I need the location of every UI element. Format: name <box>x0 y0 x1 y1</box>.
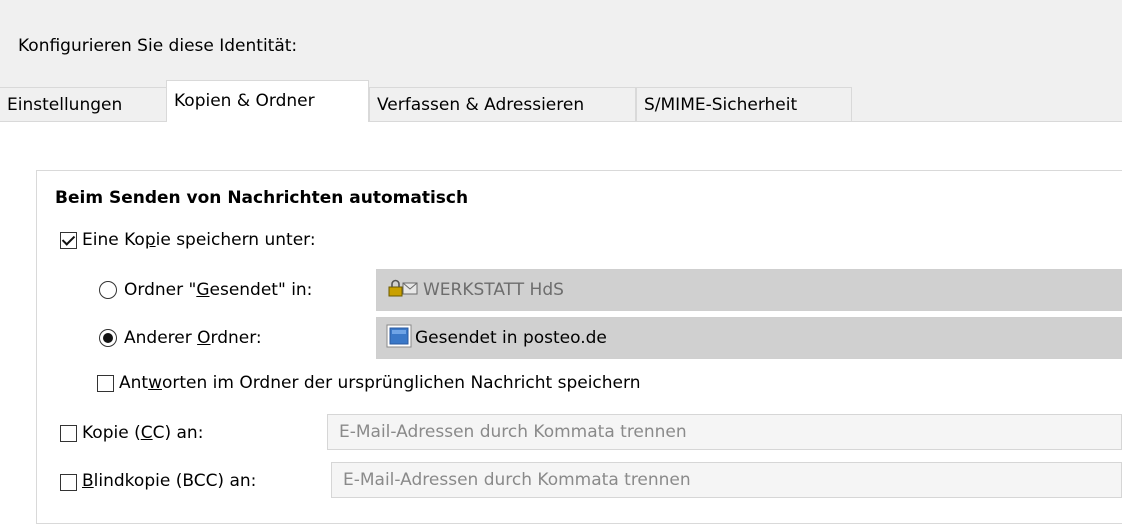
save-copy-label[interactable]: Eine Kopie speichern unter: <box>82 228 316 252</box>
identity-config-heading: Konfigurieren Sie diese Identität: <box>18 36 298 56</box>
sent-folder-picker[interactable]: WERKSTATT HdS <box>376 269 1122 311</box>
sent-folder-label[interactable]: Ordner "Gesendet" in: <box>124 278 312 302</box>
cc-label[interactable]: Kopie (CC) an: <box>82 421 203 445</box>
replies-in-folder-label[interactable]: Antworten im Ordner der ursprünglichen N… <box>119 371 640 395</box>
tab-smime-sicherheit[interactable]: S/MIME-Sicherheit <box>636 87 852 121</box>
cc-input[interactable]: E-Mail-Adressen durch Kommata trennen <box>327 414 1122 450</box>
bcc-label[interactable]: Blindkopie (BCC) an: <box>82 469 256 493</box>
tab-einstellungen[interactable]: Einstellungen <box>0 87 167 121</box>
save-copy-checkbox[interactable] <box>60 232 77 249</box>
sent-folder-value: WERKSTATT HdS <box>423 280 564 300</box>
tab-verfassen-adressieren[interactable]: Verfassen & Adressieren <box>369 87 636 121</box>
replies-in-folder-checkbox[interactable] <box>97 375 114 392</box>
blue-folder-icon <box>386 324 412 353</box>
other-folder-picker[interactable]: Gesendet in posteo.de <box>376 317 1122 359</box>
bcc-checkbox[interactable] <box>60 474 77 491</box>
other-folder-radio[interactable] <box>99 329 117 347</box>
other-folder-value: Gesendet in posteo.de <box>415 328 607 348</box>
locked-mail-account-icon <box>386 278 420 303</box>
cc-checkbox[interactable] <box>60 425 77 442</box>
other-folder-label[interactable]: Anderer Ordner: <box>124 326 262 350</box>
bcc-input[interactable]: E-Mail-Adressen durch Kommata trennen <box>331 462 1122 498</box>
tab-kopien-ordner[interactable]: Kopien & Ordner <box>166 80 369 122</box>
tab-bar: Einstellungen Kopien & Ordner Verfassen … <box>0 80 1122 122</box>
group-title: Beim Senden von Nachrichten automatisch <box>55 188 469 208</box>
sent-folder-radio[interactable] <box>99 281 117 299</box>
